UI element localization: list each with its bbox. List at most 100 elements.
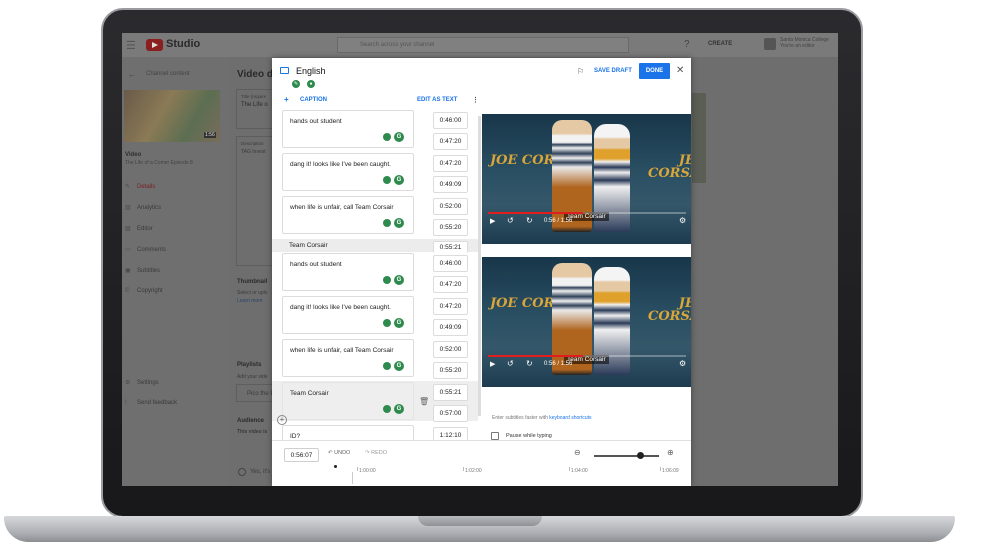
video-preview[interactable]: JOE CORSAIR JEAN CORSAIR Team Corsair ▶ … [482, 114, 691, 244]
gear-icon[interactable]: ⚙ [679, 359, 686, 368]
caption-end-time[interactable]: 0:47:20 [433, 276, 468, 293]
done-button[interactable]: DONE [639, 63, 670, 79]
grammarly-icon[interactable]: G [394, 318, 404, 328]
delete-icon[interactable]: 🗑 [419, 397, 429, 406]
location-icon[interactable] [383, 176, 391, 184]
location-icon[interactable] [383, 319, 391, 327]
sidebar-item-details[interactable]: ✎ Details [125, 183, 225, 190]
caption-text-field[interactable]: dang it! looks like I've been caught. G [282, 296, 414, 334]
location-icon[interactable] [383, 133, 391, 141]
sidebar-item-feedback[interactable]: ! Send feedback [125, 400, 225, 406]
account-chip[interactable]: Santa Monica College You're an editor [758, 35, 838, 55]
grammarly-icon[interactable]: G [394, 132, 404, 142]
progress-fill [488, 212, 584, 214]
feedback-icon[interactable]: ⚐ [577, 67, 584, 76]
account-role: You're an editor [780, 43, 815, 49]
caption-start-time[interactable]: 0:52:00 [433, 341, 468, 358]
save-draft-button[interactable]: SAVE DRAFT [594, 68, 632, 74]
caption-start-time[interactable]: 0:55:21 [433, 241, 468, 253]
insert-caption-icon[interactable]: + [277, 415, 287, 425]
caption-start-time[interactable]: 0:46:00 [433, 255, 468, 272]
close-icon[interactable]: ✕ [676, 65, 684, 76]
more-vert-icon[interactable]: ⋮ [472, 96, 479, 104]
back-arrow-icon[interactable]: ← [128, 70, 136, 79]
undo-button[interactable]: ↶ UNDO [328, 450, 350, 456]
caption-end-time[interactable]: 0:57:00 [433, 405, 468, 422]
location-icon[interactable] [383, 219, 391, 227]
video-label: Video [125, 152, 142, 158]
zoom-slider[interactable] [594, 452, 659, 459]
location-icon[interactable] [383, 405, 391, 413]
redo-button[interactable]: ↷ REDO [365, 450, 387, 456]
caption-end-time[interactable]: 0:49:09 [433, 176, 468, 193]
caption-start-time[interactable]: 0:46:00 [433, 112, 468, 129]
grammarly-icon[interactable]: G [394, 175, 404, 185]
timeline-ruler[interactable]: 1:00:00 1:02:00 1:04:00 1:06:09 [272, 465, 691, 485]
zoom-slider-handle[interactable] [636, 452, 644, 459]
video-progress-bar[interactable] [488, 355, 686, 357]
help-icon[interactable]: ? [684, 39, 690, 50]
preview-thumbnail-edge [692, 93, 706, 183]
copyright-icon: © [125, 288, 130, 294]
caption-text-field[interactable]: Team Corsair G [282, 382, 414, 420]
caption-start-time[interactable]: 0:47:20 [433, 298, 468, 315]
thumbnail-help: Select or uplo [237, 290, 268, 296]
rewind-icon[interactable]: ↺ [507, 216, 514, 225]
grammarly-icon[interactable]: G [394, 218, 404, 228]
channel-search-input[interactable]: Search across your channel [337, 37, 629, 53]
sidebar-item-editor[interactable]: ▤ Editor [125, 225, 225, 232]
learn-more-link[interactable]: Learn more [237, 298, 263, 304]
video-progress-bar[interactable] [488, 212, 686, 214]
sidebar-item-settings[interactable]: ⚙ Settings [125, 379, 225, 386]
pause-checkbox[interactable] [491, 432, 499, 440]
caption-text-field[interactable]: hands out student G [282, 253, 414, 291]
poster-title-right: JEAN CORSAIR [648, 153, 691, 181]
add-caption-button[interactable]: CAPTION [300, 97, 327, 103]
caption-end-time[interactable]: 0:47:20 [433, 133, 468, 150]
sidebar-item-comments[interactable]: ▭ Comments [125, 246, 225, 253]
caption-text-field[interactable]: hands out student G [282, 110, 414, 148]
grammarly-icon[interactable]: G [394, 404, 404, 414]
caption-end-time[interactable]: 0:55:20 [433, 362, 468, 379]
dialog-header: English ⚐ SAVE DRAFT DONE ✕ [272, 58, 691, 86]
location-icon[interactable] [383, 276, 391, 284]
zoom-out-icon[interactable]: ⊖ [574, 448, 581, 457]
timecode-input[interactable]: 0:56:07 [284, 448, 319, 462]
caption-list-scrollbar[interactable] [478, 116, 481, 416]
caption-text-field[interactable]: dang it! looks like I've been caught. G [282, 153, 414, 191]
caption-start-time[interactable]: 0:47:20 [433, 155, 468, 172]
gear-icon[interactable]: ⚙ [679, 216, 686, 225]
grammarly-icon[interactable]: G [394, 275, 404, 285]
forward-icon[interactable]: ↻ [526, 216, 533, 225]
zoom-in-icon[interactable]: ⊕ [667, 448, 674, 457]
edit-status-icon: ✎ [292, 80, 300, 88]
create-button[interactable]: CREATE [708, 41, 732, 47]
caption-list: hands out student G 0:46:00 0:47:20 dang… [272, 110, 478, 474]
sidebar-item-subtitles[interactable]: ▣ Subtitles [125, 267, 225, 274]
playhead[interactable] [334, 465, 337, 468]
player-controls: ▶ ↺ ↻ 0:56 / 1:56 ⚙ [488, 216, 688, 229]
rewind-icon[interactable]: ↺ [507, 359, 514, 368]
forward-icon[interactable]: ↻ [526, 359, 533, 368]
caption-text-field[interactable]: when life is unfair, call Team Corsair G [282, 339, 414, 377]
caption-start-time[interactable]: 0:52:00 [433, 198, 468, 215]
location-icon[interactable] [383, 362, 391, 370]
menu-icon[interactable]: ☰ [126, 39, 136, 52]
sidebar-item-copyright[interactable]: © Copyright [125, 288, 225, 294]
caption-text-field[interactable]: when life is unfair, call Team Corsair G [282, 196, 414, 234]
video-preview[interactable]: JOE CORSAIR JEAN CORSAIR Team Corsair ▶ … [482, 257, 691, 387]
youtube-logo-icon[interactable] [146, 39, 163, 51]
caption-end-time[interactable]: 0:55:20 [433, 219, 468, 236]
edit-as-text-button[interactable]: EDIT AS TEXT [417, 97, 457, 103]
grammarly-icon[interactable]: G [394, 361, 404, 371]
sidebar-item-analytics[interactable]: ▥ Analytics [125, 204, 225, 211]
play-icon[interactable]: ▶ [490, 360, 495, 368]
caption-end-time[interactable]: 0:49:09 [433, 319, 468, 336]
play-icon[interactable]: ▶ [490, 217, 495, 225]
subtitle-editor-dialog: English ⚐ SAVE DRAFT DONE ✕ ✎ ● + CAPTIO… [272, 58, 691, 486]
channel-content-link[interactable]: Channel content [146, 71, 190, 77]
caption-start-time[interactable]: 0:55:21 [433, 384, 468, 401]
audience-yes-radio[interactable] [238, 468, 246, 476]
add-icon[interactable]: + [284, 95, 289, 104]
keyboard-shortcuts-link[interactable]: keyboard shortcuts [549, 415, 591, 421]
